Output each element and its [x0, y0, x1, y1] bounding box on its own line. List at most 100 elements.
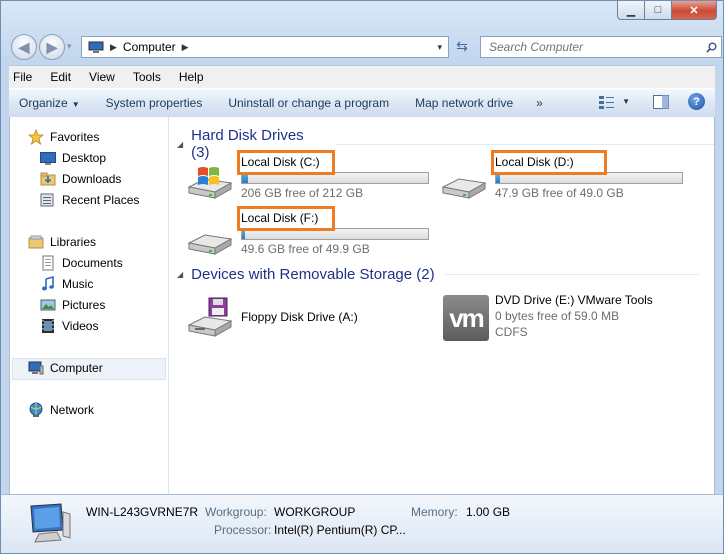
- hard-drive-icon: [187, 234, 233, 255]
- nav-recent-places[interactable]: Recent Places: [40, 190, 139, 210]
- explorer-window: ▁ □ ✕ ◀ ▶ ▾ ▶ Computer ▶ ▾ ⇆ File Edit V…: [0, 0, 724, 554]
- help-button[interactable]: ?: [688, 93, 705, 110]
- nav-downloads[interactable]: Downloads: [40, 169, 121, 189]
- system-properties-button[interactable]: System properties: [93, 96, 216, 110]
- toolbar-right: ▼ ?: [598, 93, 705, 110]
- content-area: Favorites Desktop Downloads Recent Place…: [9, 117, 715, 495]
- preview-pane-icon: [653, 94, 669, 109]
- forward-button[interactable]: ▶: [39, 34, 65, 60]
- collapse-triangle-icon[interactable]: ◢: [177, 270, 183, 279]
- nav-computer[interactable]: Computer: [28, 358, 103, 378]
- more-commands-button[interactable]: »: [526, 96, 553, 110]
- views-dropdown-icon: ▼: [622, 97, 630, 106]
- nav-network[interactable]: Network: [28, 400, 94, 420]
- nav-favorites[interactable]: Favorites: [27, 127, 99, 147]
- nav-pictures[interactable]: Pictures: [40, 295, 105, 315]
- nav-music[interactable]: Music: [40, 274, 93, 294]
- hard-drive-icon: [441, 178, 487, 199]
- chevron-down-icon: ▼: [71, 100, 80, 109]
- menu-help[interactable]: Help: [169, 70, 212, 84]
- group-divider: [444, 274, 699, 275]
- videos-icon: [40, 318, 56, 334]
- drive-e-name: DVD Drive (E:) VMware Tools: [495, 293, 653, 307]
- search-icon[interactable]: [706, 42, 717, 53]
- drive-d-free-space: 47.9 GB free of 49.0 GB: [495, 186, 624, 200]
- nav-recent-places-label: Recent Places: [62, 193, 140, 207]
- vmware-logo-icon: vm: [443, 295, 489, 341]
- nav-downloads-label: Downloads: [62, 172, 122, 186]
- drive-e[interactable]: vm DVD Drive (E:) VMware Tools 0 bytes f…: [441, 293, 691, 343]
- organize-label: Organize: [19, 96, 68, 110]
- drive-c-free-space: 206 GB free of 212 GB: [241, 186, 364, 200]
- search-box[interactable]: [480, 36, 722, 58]
- menu-bar: File Edit View Tools Help: [9, 65, 715, 88]
- recent-pages-dropdown[interactable]: ▾: [67, 41, 72, 52]
- nav-desktop[interactable]: Desktop: [40, 148, 106, 168]
- breadcrumb-separator[interactable]: ▶: [110, 42, 117, 53]
- close-button[interactable]: ✕: [672, 1, 717, 20]
- star-icon: [27, 128, 45, 145]
- drive-f-free-space: 49.6 GB free of 49.9 GB: [241, 242, 370, 256]
- network-icon: [28, 402, 44, 418]
- breadcrumb-computer[interactable]: Computer: [123, 40, 176, 54]
- map-network-drive-button[interactable]: Map network drive: [402, 96, 526, 110]
- group-divider: [335, 143, 714, 145]
- highlight-box-f: [237, 206, 335, 231]
- collapse-triangle-icon[interactable]: ◢: [177, 140, 183, 149]
- nav-desktop-label: Desktop: [62, 151, 107, 165]
- details-pane: WIN-L243GVRNE7R Workgroup: WORKGROUP Mem…: [1, 494, 723, 553]
- group-title-removable: Devices with Removable Storage (2): [191, 266, 435, 283]
- nav-music-label: Music: [62, 277, 94, 291]
- computer-icon: [88, 41, 104, 53]
- libraries-icon: [28, 234, 44, 250]
- memory-value: 1.00 GB: [466, 505, 511, 519]
- computer-icon: [28, 360, 44, 376]
- menu-tools[interactable]: Tools: [123, 70, 169, 84]
- desktop-icon: [40, 150, 56, 166]
- nav-computer-label: Computer: [50, 361, 103, 375]
- menu-file[interactable]: File: [9, 70, 40, 84]
- preview-pane-button[interactable]: [652, 94, 670, 110]
- downloads-folder-icon: [40, 171, 56, 187]
- nav-pictures-label: Pictures: [62, 298, 106, 312]
- drive-e-free-space: 0 bytes free of 59.0 MB: [495, 309, 620, 323]
- command-bar: Organize ▼ System properties Uninstall or…: [9, 88, 715, 118]
- windows-drive-icon: [187, 167, 233, 199]
- nav-libraries-label: Libraries: [50, 235, 97, 249]
- window-controls: ▁ □ ✕: [617, 1, 717, 20]
- music-icon: [40, 275, 56, 292]
- drive-a[interactable]: Floppy Disk Drive (A:): [187, 293, 437, 341]
- nav-videos[interactable]: Videos: [40, 316, 98, 336]
- highlight-box-d: [491, 150, 607, 175]
- nav-documents-label: Documents: [62, 256, 123, 270]
- maximize-button[interactable]: □: [645, 1, 672, 20]
- drive-e-filesystem: CDFS: [495, 325, 528, 339]
- breadcrumb-separator-2[interactable]: ▶: [182, 42, 189, 53]
- refresh-button[interactable]: ⇆: [451, 36, 473, 56]
- view-icon: [599, 95, 615, 109]
- back-button[interactable]: ◀: [11, 34, 37, 60]
- processor-label: Processor:: [214, 523, 272, 537]
- organize-button[interactable]: Organize ▼: [9, 96, 93, 110]
- pictures-icon: [40, 297, 56, 313]
- address-dropdown-button[interactable]: ▾: [437, 42, 442, 53]
- menu-edit[interactable]: Edit: [40, 70, 79, 84]
- menu-view[interactable]: View: [79, 70, 123, 84]
- nav-network-label: Network: [50, 403, 95, 417]
- computer-name: WIN-L243GVRNE7R: [86, 505, 199, 519]
- drive-a-name: Floppy Disk Drive (A:): [241, 310, 358, 324]
- address-bar[interactable]: ▶ Computer ▶ ▾: [81, 36, 449, 58]
- processor-value: Intel(R) Pentium(R) CP...: [274, 523, 406, 537]
- floppy-drive-icon: [187, 297, 233, 337]
- nav-documents[interactable]: Documents: [40, 253, 123, 273]
- uninstall-program-button[interactable]: Uninstall or change a program: [215, 96, 402, 110]
- navigation-pane: Favorites Desktop Downloads Recent Place…: [10, 117, 169, 494]
- group-header-removable[interactable]: ◢ Devices with Removable Storage (2): [177, 266, 699, 283]
- computer-icon: [30, 503, 71, 543]
- nav-libraries[interactable]: Libraries: [28, 232, 96, 252]
- documents-icon: [40, 255, 56, 271]
- change-view-button[interactable]: ▼: [598, 94, 630, 110]
- search-input[interactable]: [487, 39, 691, 55]
- minimize-button[interactable]: ▁: [617, 1, 645, 20]
- workgroup-label: Workgroup:: [205, 505, 267, 519]
